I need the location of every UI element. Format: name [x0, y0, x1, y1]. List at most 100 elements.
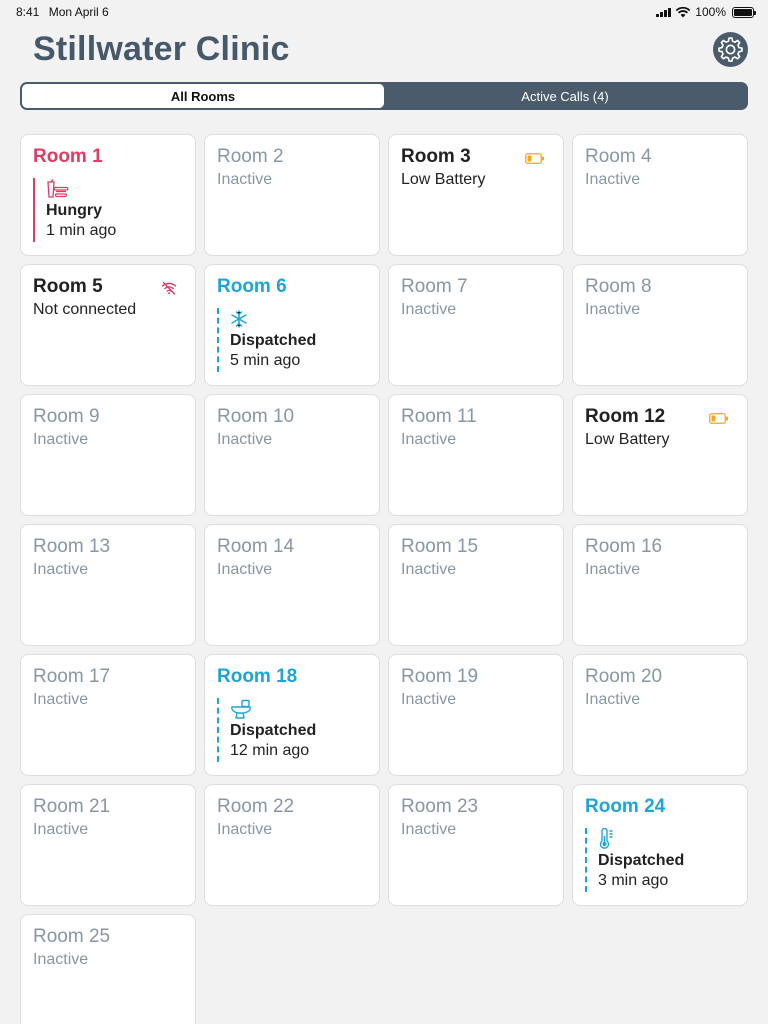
call-details: Dispatched 5 min ago	[217, 308, 316, 372]
thermometer-icon	[598, 828, 684, 850]
status-date: Mon April 6	[48, 5, 109, 19]
room-status: Inactive	[401, 691, 457, 708]
room-name: Room 6	[217, 276, 287, 297]
room-name: Room 18	[217, 666, 298, 687]
room-status: Inactive	[33, 691, 89, 708]
room-card-10[interactable]: Room 10 Inactive	[204, 394, 380, 516]
room-status: Low Battery	[585, 431, 670, 448]
room-status: Inactive	[401, 821, 457, 838]
low-battery-icon	[709, 411, 729, 429]
room-status: Inactive	[585, 171, 641, 188]
room-grid: Room 1 Hungry 1 min ago Room 2 Inactive Room …	[20, 134, 748, 1024]
call-details: Hungry 1 min ago	[33, 178, 116, 242]
room-card-19[interactable]: Room 19 Inactive	[388, 654, 564, 776]
room-card-14[interactable]: Room 14 Inactive	[204, 524, 380, 646]
status-left: 8:41 Mon April 6	[16, 5, 109, 19]
food-icon	[46, 178, 116, 200]
call-elapsed-time: 1 min ago	[46, 222, 117, 239]
call-details: Dispatched 3 min ago	[585, 828, 684, 892]
call-details: Dispatched 12 min ago	[217, 698, 316, 762]
room-card-11[interactable]: Room 11 Inactive	[388, 394, 564, 516]
room-status: Inactive	[401, 301, 457, 318]
room-name: Room 16	[585, 536, 663, 557]
room-status: Low Battery	[401, 171, 486, 188]
status-time: 8:41	[16, 5, 40, 19]
call-elapsed-time: 12 min ago	[230, 742, 310, 759]
room-card-12[interactable]: Room 12 Low Battery	[572, 394, 748, 516]
room-card-9[interactable]: Room 9 Inactive	[20, 394, 196, 516]
room-card-7[interactable]: Room 7 Inactive	[388, 264, 564, 386]
room-status: Inactive	[585, 691, 641, 708]
no-wifi-icon	[161, 281, 177, 300]
room-name: Room 19	[401, 666, 479, 687]
room-card-1[interactable]: Room 1 Hungry 1 min ago	[20, 134, 196, 256]
room-card-23[interactable]: Room 23 Inactive	[388, 784, 564, 906]
room-card-16[interactable]: Room 16 Inactive	[572, 524, 748, 646]
room-name: Room 23	[401, 796, 479, 817]
cellular-signal-icon	[656, 7, 672, 17]
room-card-4[interactable]: Room 4 Inactive	[572, 134, 748, 256]
room-name: Room 17	[33, 666, 111, 687]
room-name: Room 4	[585, 146, 652, 167]
room-status: Inactive	[33, 821, 89, 838]
call-status-label: Dispatched	[230, 332, 317, 349]
snowflake-icon	[230, 308, 316, 330]
room-name: Room 11	[401, 406, 477, 427]
battery-icon	[732, 6, 756, 18]
room-card-3[interactable]: Room 3 Low Battery	[388, 134, 564, 256]
room-card-25[interactable]: Room 25 Inactive	[20, 914, 196, 1024]
settings-button[interactable]	[713, 32, 748, 67]
room-card-13[interactable]: Room 13 Inactive	[20, 524, 196, 646]
status-bar: 8:41 Mon April 6 100%	[0, 0, 768, 24]
battery-percent: 100%	[695, 5, 726, 19]
room-card-15[interactable]: Room 15 Inactive	[388, 524, 564, 646]
room-status: Inactive	[585, 301, 641, 318]
room-status: Inactive	[33, 431, 89, 448]
room-name: Room 7	[401, 276, 468, 297]
gear-icon	[718, 37, 743, 62]
room-status: Inactive	[585, 561, 641, 578]
room-card-22[interactable]: Room 22 Inactive	[204, 784, 380, 906]
wifi-icon	[675, 6, 691, 18]
room-status: Inactive	[33, 561, 89, 578]
room-name: Room 13	[33, 536, 111, 557]
status-right: 100%	[656, 5, 756, 19]
room-name: Room 2	[217, 146, 284, 167]
toilet-icon	[230, 698, 316, 720]
room-name: Room 22	[217, 796, 295, 817]
room-status: Inactive	[217, 431, 273, 448]
room-name: Room 21	[33, 796, 111, 817]
room-card-18[interactable]: Room 18 Dispatched 12 min ago	[204, 654, 380, 776]
room-card-24[interactable]: Room 24 Dispatched 3 min ago	[572, 784, 748, 906]
room-status: Inactive	[401, 561, 457, 578]
room-name: Room 15	[401, 536, 479, 557]
room-name: Room 20	[585, 666, 663, 687]
room-name: Room 25	[33, 926, 111, 947]
view-segmented-control: All Rooms Active Calls (4)	[20, 82, 748, 110]
room-card-2[interactable]: Room 2 Inactive	[204, 134, 380, 256]
tab-all-rooms[interactable]: All Rooms	[22, 84, 384, 108]
room-name: Room 9	[33, 406, 100, 427]
room-name: Room 1	[33, 146, 103, 167]
call-status-label: Dispatched	[230, 722, 317, 739]
room-card-5[interactable]: Room 5 Not connected	[20, 264, 196, 386]
call-status-label: Dispatched	[598, 852, 685, 869]
page-title: Stillwater Clinic	[33, 30, 290, 68]
room-status: Inactive	[401, 431, 457, 448]
room-card-20[interactable]: Room 20 Inactive	[572, 654, 748, 776]
call-elapsed-time: 3 min ago	[598, 872, 669, 889]
room-card-21[interactable]: Room 21 Inactive	[20, 784, 196, 906]
low-battery-icon	[525, 151, 545, 169]
room-name: Room 24	[585, 796, 666, 817]
room-card-17[interactable]: Room 17 Inactive	[20, 654, 196, 776]
room-card-8[interactable]: Room 8 Inactive	[572, 264, 748, 386]
tab-active-calls[interactable]: Active Calls (4)	[384, 84, 746, 108]
room-name: Room 14	[217, 536, 295, 557]
room-status: Inactive	[217, 821, 273, 838]
room-name: Room 8	[585, 276, 652, 297]
call-elapsed-time: 5 min ago	[230, 352, 301, 369]
call-status-label: Hungry	[46, 202, 102, 219]
room-status: Not connected	[33, 301, 137, 318]
room-card-6[interactable]: Room 6 Dispatched 5 min ago	[204, 264, 380, 386]
room-name: Room 10	[217, 406, 295, 427]
